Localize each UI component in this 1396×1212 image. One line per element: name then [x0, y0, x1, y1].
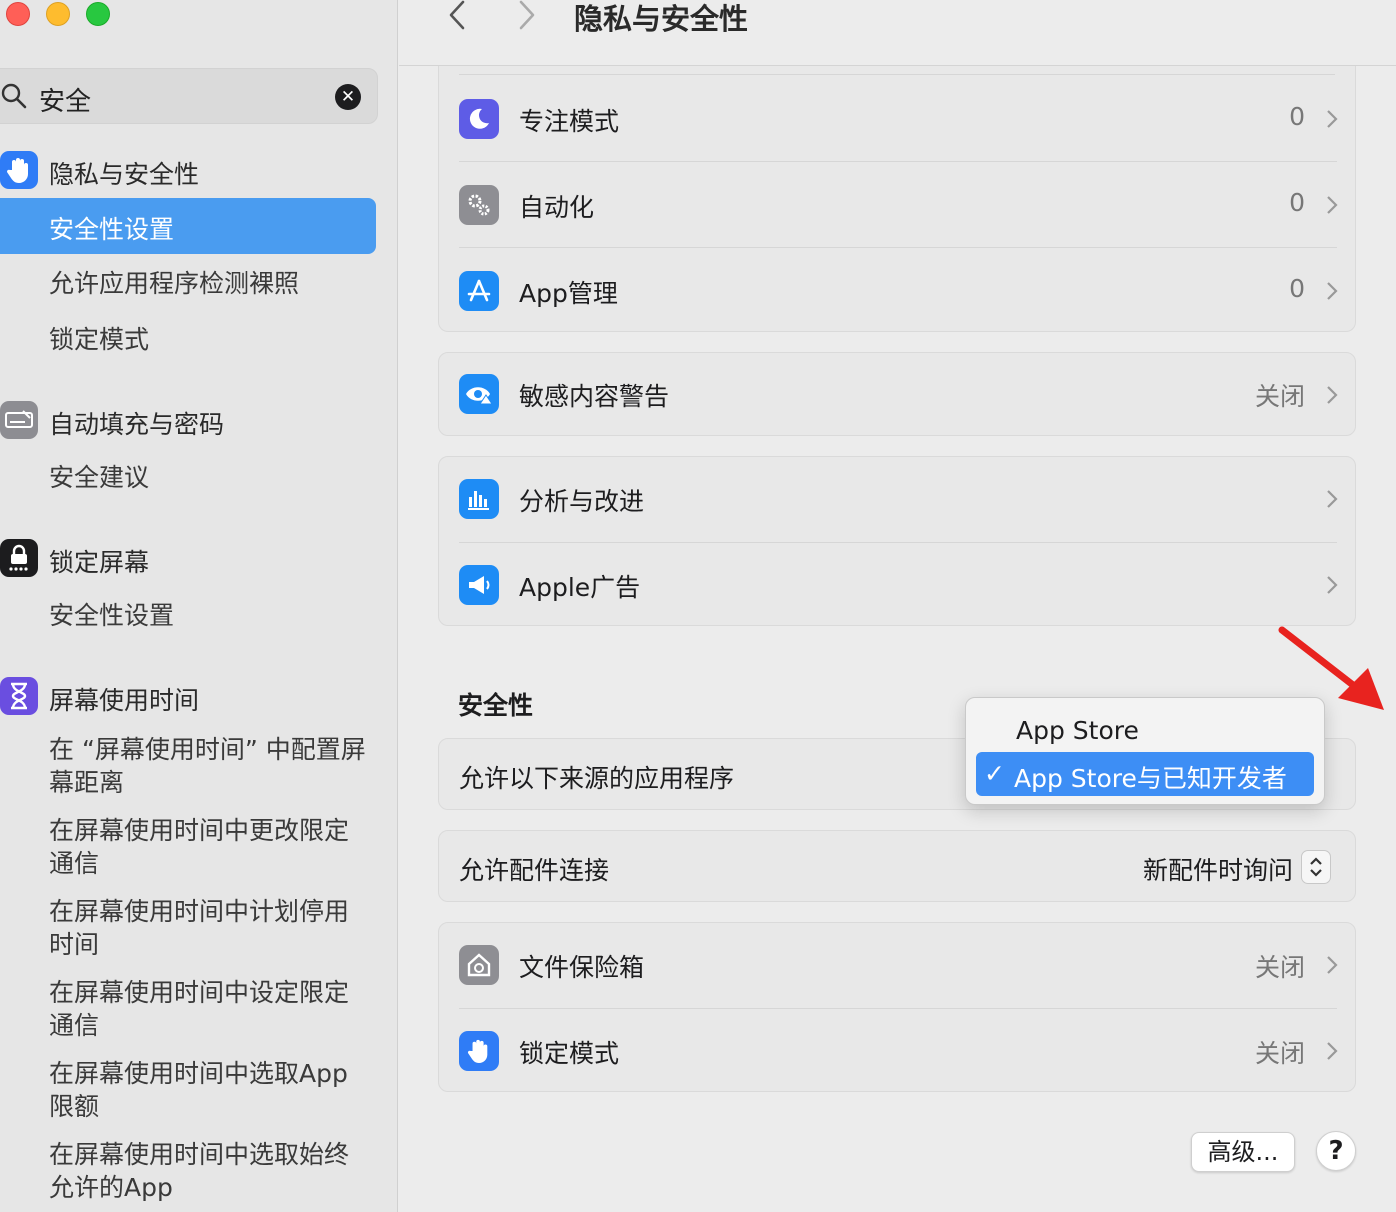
red-annotation-arrow-icon [1278, 626, 1384, 710]
row-value: 0 [1289, 188, 1305, 217]
checkmark-icon: ✓ [984, 759, 1005, 788]
hourglass-icon [0, 677, 38, 715]
allow-apps-label: 允许以下来源的应用程序 [459, 764, 735, 793]
sidebar-item-set-limit-communication[interactable]: 在屏幕使用时间中设定限定通信 [49, 976, 369, 1042]
accessory-label: 允许配件连接 [459, 856, 610, 885]
chevron-right-icon [1327, 956, 1338, 974]
row-label: 分析与改进 [519, 487, 645, 516]
keyboard-icon [0, 401, 38, 439]
hand-raised-icon [0, 151, 38, 189]
row-lockdown-mode[interactable]: 锁定模式 关闭 [439, 1009, 1357, 1095]
row-value: 0 [1289, 102, 1305, 131]
sidebar: 安全 ✕ 隐私与安全性 安全性设置 允许应用程序检测裸照 锁定模式 自动填充与密… [0, 0, 398, 1212]
row-app-management[interactable]: App管理 0 [439, 248, 1357, 334]
section-title-security: 安全性 [458, 691, 534, 720]
row-analytics[interactable]: 分析与改进 [439, 457, 1357, 543]
sidebar-item-lock-screen-security[interactable]: 安全性设置 [49, 599, 174, 632]
chevron-right-icon [1327, 282, 1338, 300]
sidebar-item-lockdown-mode[interactable]: 锁定模式 [49, 323, 149, 356]
sidebar-group-autofill[interactable]: 自动填充与密码 [49, 405, 224, 441]
row-apple-ads[interactable]: Apple广告 [439, 543, 1357, 629]
forward-chevron-icon[interactable] [507, 0, 547, 30]
menu-item-label: App Store与已知开发者 [1014, 764, 1287, 793]
row-value: 关闭 [1254, 1039, 1305, 1068]
search-field[interactable]: 安全 ✕ [0, 68, 378, 124]
row-label: Apple广告 [519, 573, 641, 602]
main-content: 隐私与安全性 专注模式 0 自动化 0 App管理 0 敏感内容警告 关闭 分析… [399, 0, 1396, 1212]
minimize-window-button[interactable] [46, 2, 70, 26]
sidebar-group-lock-screen[interactable]: 锁定屏幕 [49, 543, 149, 579]
chevron-right-icon [1327, 1042, 1338, 1060]
chevron-right-icon [1327, 490, 1338, 508]
row-filevault[interactable]: 文件保险箱 关闭 [439, 923, 1357, 1009]
row-automation[interactable]: 自动化 0 [439, 162, 1357, 248]
sidebar-item-label: 安全性设置 [49, 215, 175, 244]
sensitive-content-card: 敏感内容警告 关闭 [438, 352, 1356, 436]
row-label: 文件保险箱 [519, 953, 645, 982]
sidebar-item-change-limit-communication[interactable]: 在屏幕使用时间中更改限定通信 [49, 814, 369, 880]
row-label: 专注模式 [519, 107, 620, 136]
zoom-window-button[interactable] [86, 2, 110, 26]
chevron-right-icon [1327, 110, 1338, 128]
search-input[interactable]: 安全 [39, 81, 91, 118]
search-icon [1, 83, 27, 109]
sidebar-item-security-settings-selected[interactable]: 安全性设置 [0, 198, 376, 254]
gears-icon [459, 185, 499, 225]
chevron-right-icon [1327, 576, 1338, 594]
page-title: 隐私与安全性 [574, 2, 749, 36]
menu-item-app-store[interactable]: App Store [1016, 716, 1139, 745]
sidebar-item-always-allowed[interactable]: 在屏幕使用时间中选取始终允许的App [49, 1138, 369, 1204]
chevron-right-icon [1327, 196, 1338, 214]
row-label: 锁定模式 [519, 1039, 620, 1068]
analytics-card: 分析与改进 Apple广告 [438, 456, 1356, 626]
accessory-card: 允许配件连接 新配件时询问 [438, 830, 1356, 902]
sidebar-item-nudity-detection[interactable]: 允许应用程序检测裸照 [49, 267, 299, 300]
sidebar-item-downtime-schedule[interactable]: 在屏幕使用时间中计划停用时间 [49, 895, 369, 961]
app-store-icon [459, 271, 499, 311]
house-lock-icon [459, 945, 499, 985]
row-value: 关闭 [1254, 382, 1305, 411]
accessory-popup-value[interactable]: 新配件时询问 [1143, 851, 1293, 887]
permissions-card: 专注模式 0 自动化 0 App管理 0 [438, 66, 1356, 332]
sidebar-group-privacy[interactable]: 隐私与安全性 [49, 155, 199, 191]
popup-stepper-icon[interactable] [1301, 850, 1331, 884]
sidebar-item-screen-distance[interactable]: 在 “屏幕使用时间” 中配置屏幕距离 [49, 733, 369, 799]
chevron-right-icon [1327, 386, 1338, 404]
row-value: 0 [1289, 274, 1305, 303]
sidebar-item-security-recommendations[interactable]: 安全建议 [49, 461, 149, 494]
clear-search-icon[interactable]: ✕ [335, 84, 361, 110]
row-label: 敏感内容警告 [519, 382, 670, 411]
advanced-button[interactable]: 高级... [1191, 1132, 1295, 1172]
row-label: 自动化 [519, 193, 595, 222]
help-button[interactable]: ? [1316, 1131, 1356, 1171]
close-window-button[interactable] [6, 2, 30, 26]
row-sensitive-content[interactable]: 敏感内容警告 关闭 [439, 353, 1357, 439]
bar-chart-icon [459, 479, 499, 519]
eye-warning-icon [459, 374, 499, 414]
row-label: App管理 [519, 279, 618, 308]
sidebar-item-app-limits[interactable]: 在屏幕使用时间中选取App限额 [49, 1057, 369, 1123]
moon-icon [459, 99, 499, 139]
allow-apps-popup-menu: App Store ✓ App Store与已知开发者 [965, 697, 1325, 805]
row-focus[interactable]: 专注模式 0 [439, 76, 1357, 162]
hand-raised-icon [459, 1031, 499, 1071]
row-value: 关闭 [1254, 953, 1305, 982]
filevault-lockdown-card: 文件保险箱 关闭 锁定模式 关闭 [438, 922, 1356, 1092]
megaphone-icon [459, 565, 499, 605]
lock-screen-icon [0, 539, 38, 577]
menu-item-app-store-and-identified-selected[interactable]: ✓ App Store与已知开发者 [976, 752, 1314, 796]
toolbar: 隐私与安全性 [399, 0, 1396, 66]
sidebar-group-screen-time[interactable]: 屏幕使用时间 [49, 681, 199, 717]
back-chevron-icon[interactable] [439, 0, 479, 30]
